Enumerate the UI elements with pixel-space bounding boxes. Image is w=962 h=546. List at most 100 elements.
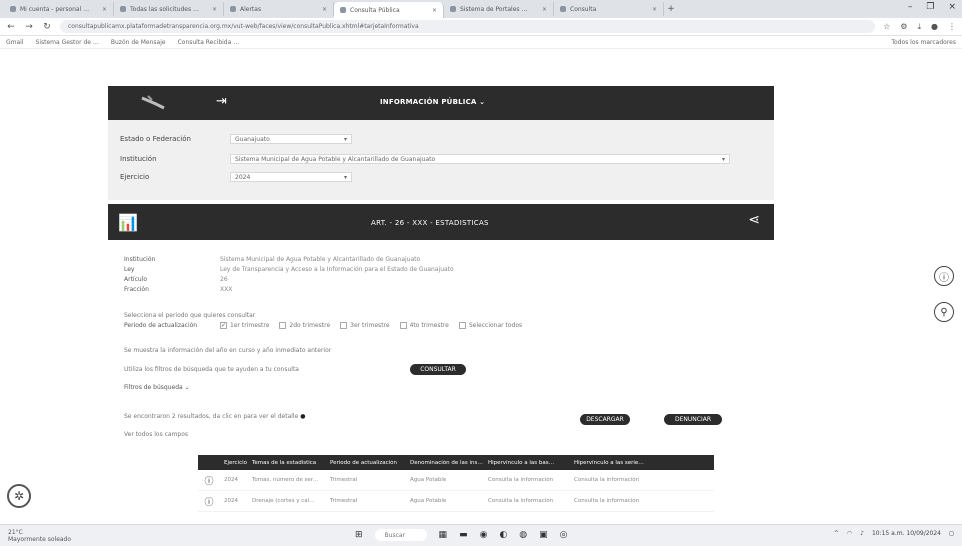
table-link[interactable]: Consulta la información (570, 477, 652, 483)
platform-logo-icon[interactable] (134, 94, 174, 112)
close-icon[interactable]: × (432, 7, 437, 14)
chevron-up-icon[interactable]: ^ (834, 530, 839, 537)
volume-icon[interactable]: ♪ (860, 530, 864, 537)
period-option-all[interactable]: Seleccionar todos (458, 322, 522, 329)
close-icon[interactable]: × (322, 6, 327, 13)
row-detail-icon[interactable]: ⓘ (198, 495, 220, 508)
row-detail-icon[interactable]: ⓘ (198, 474, 220, 487)
search-filters-toggle[interactable]: Filtros de búsqueda ⌄ (124, 384, 190, 391)
ejercicio-select[interactable]: 2024 ▾ (230, 172, 352, 182)
tab-label: Sistema de Portales … (460, 5, 528, 13)
star-icon[interactable]: ☆ (883, 22, 890, 32)
download-icon[interactable]: ⤓ (917, 22, 921, 32)
minimize-icon[interactable]: – (908, 2, 913, 12)
show-all-fields[interactable]: Ver todos los campos (124, 431, 188, 438)
column-header[interactable]: Periodo de actualización (326, 460, 406, 466)
download-button[interactable]: DESCARGAR (580, 414, 630, 425)
extensions-icon[interactable]: ⚙ (900, 22, 907, 32)
consultar-button[interactable]: CONSULTAR (410, 364, 466, 375)
search-key-icon[interactable]: ⚲ (934, 302, 954, 322)
browser-tab-2[interactable]: Todas las solicitudes … × (114, 2, 224, 16)
reload-icon[interactable]: ↻ (42, 22, 52, 32)
period-row: Periodo de actualización ✓ 1er trimestre … (124, 322, 532, 329)
checkbox-icon[interactable] (279, 322, 287, 329)
table-header: Ejercicio Temas de la estadística Period… (198, 455, 714, 470)
ejercicio-row: Ejercicio 2024 ▾ (120, 172, 352, 182)
table-cell: Tomas, número de ser… (252, 477, 319, 483)
taskbar-search[interactable]: Buscar (374, 529, 427, 541)
close-icon[interactable]: × (652, 6, 657, 13)
widgets-icon[interactable]: ▦ (439, 530, 448, 540)
chevron-down-icon: ▾ (343, 135, 347, 143)
store-icon[interactable]: ▣ (539, 530, 548, 540)
checkbox-icon[interactable] (458, 322, 466, 329)
institucion-value: Sistema Municipal de Agua Potable y Alca… (235, 155, 436, 163)
info-publica-menu[interactable]: INFORMACIÓN PÚBLICA ⌄ (380, 98, 485, 106)
column-header[interactable]: Ejercicio (220, 460, 248, 466)
info-note: Se muestra la información del año en cur… (124, 347, 332, 354)
all-bookmarks[interactable]: Todos los marcadores (891, 39, 956, 46)
system-tray: ^ ◠ ♪ 10:15 a.m. 10/09/2024 ◻ (834, 530, 954, 537)
forward-icon[interactable]: → (24, 22, 34, 32)
close-icon[interactable]: × (542, 6, 547, 13)
table-link[interactable]: Consulta la información (484, 498, 570, 504)
checkbox-checked-icon[interactable]: ✓ (220, 322, 227, 329)
option-label: 2do trimestre (289, 322, 331, 329)
column-header[interactable]: Denominación de las ins… (406, 460, 484, 466)
article-title: ART. - 26 - XXX - ESTADISTICAS (371, 219, 489, 227)
app-icon[interactable]: ◍ (519, 530, 527, 540)
report-button[interactable]: DENUNCIAR (664, 414, 722, 425)
estado-select[interactable]: Guanajuato ▾ (230, 134, 352, 144)
wifi-icon[interactable]: ◠ (847, 530, 852, 537)
chrome-icon[interactable]: ◉ (480, 530, 488, 540)
bookmark-2[interactable]: Sistema Gestor de … (36, 39, 99, 46)
browser-tab-4[interactable]: Consulta Pública × (334, 2, 444, 18)
start-icon[interactable]: ⊞ (355, 530, 363, 540)
info-button-icon[interactable]: ⓘ (934, 266, 954, 286)
bookmark-4[interactable]: Consulta Recibida … (178, 39, 240, 46)
table-link[interactable]: Consulta la información (570, 498, 652, 504)
column-header[interactable]: Hipervínculo a las bas… (484, 460, 570, 466)
browser-tab-5[interactable]: Sistema de Portales … × (444, 2, 554, 16)
article-header: 📊 ART. - 26 - XXX - ESTADISTICAS ⋖ (108, 204, 774, 240)
clock[interactable]: 10:15 a.m. 10/09/2024 (872, 530, 941, 537)
weather-widget[interactable]: 21°C Mayormente soleado (8, 529, 71, 543)
tab-favicon-icon (560, 6, 566, 12)
bookmark-3[interactable]: Buzón de Mensaje (111, 39, 166, 46)
menu-icon[interactable]: ⋮ (948, 22, 956, 32)
weather-temp: 21°C (8, 528, 23, 536)
file-explorer-icon[interactable]: ▬ (459, 530, 468, 540)
app-icon[interactable]: ◎ (560, 530, 568, 540)
login-icon[interactable]: ⇥ (216, 94, 227, 109)
profile-icon[interactable]: ● (931, 22, 938, 32)
close-icon[interactable]: × (102, 6, 107, 13)
browser-tab-6[interactable]: Consulta × (554, 2, 664, 16)
back-icon[interactable]: ← (6, 22, 16, 32)
table-link[interactable]: Consulta la información (484, 477, 570, 483)
share-icon[interactable]: ⋖ (748, 212, 760, 228)
period-option-4[interactable]: 4to trimestre (399, 322, 449, 329)
notification-icon[interactable]: ◻ (949, 530, 954, 537)
column-header[interactable]: Hipervínculo a las serie… (570, 460, 652, 466)
checkbox-icon[interactable] (340, 322, 348, 329)
tab-label: Mi cuenta - personal … (20, 5, 90, 13)
close-icon[interactable]: × (212, 6, 217, 13)
institucion-select[interactable]: Sistema Municipal de Agua Potable y Alca… (230, 154, 730, 164)
edge-icon[interactable]: ◐ (499, 530, 507, 540)
url-field[interactable]: consultapublicamx.plataformadetransparen… (60, 20, 876, 33)
maximize-icon[interactable]: ❐ (926, 2, 934, 12)
period-option-1[interactable]: ✓ 1er trimestre (220, 322, 269, 329)
option-label: 1er trimestre (230, 322, 270, 329)
period-option-2[interactable]: 2do trimestre (279, 322, 330, 329)
bookmark-1[interactable]: Gmail (6, 39, 24, 46)
accessibility-icon[interactable]: ✲ (7, 484, 31, 508)
table-cell: 2024 (224, 477, 238, 483)
close-window-icon[interactable]: × (948, 2, 956, 12)
estado-label: Estado o Federación (120, 135, 191, 143)
browser-tab-1[interactable]: Mi cuenta - personal … × (4, 2, 114, 16)
column-header[interactable]: Temas de la estadística (248, 460, 326, 466)
new-tab-button[interactable]: + (664, 4, 678, 14)
checkbox-icon[interactable] (399, 322, 407, 329)
period-option-3[interactable]: 3er trimestre (340, 322, 390, 329)
browser-tab-3[interactable]: Alertas × (224, 2, 334, 16)
